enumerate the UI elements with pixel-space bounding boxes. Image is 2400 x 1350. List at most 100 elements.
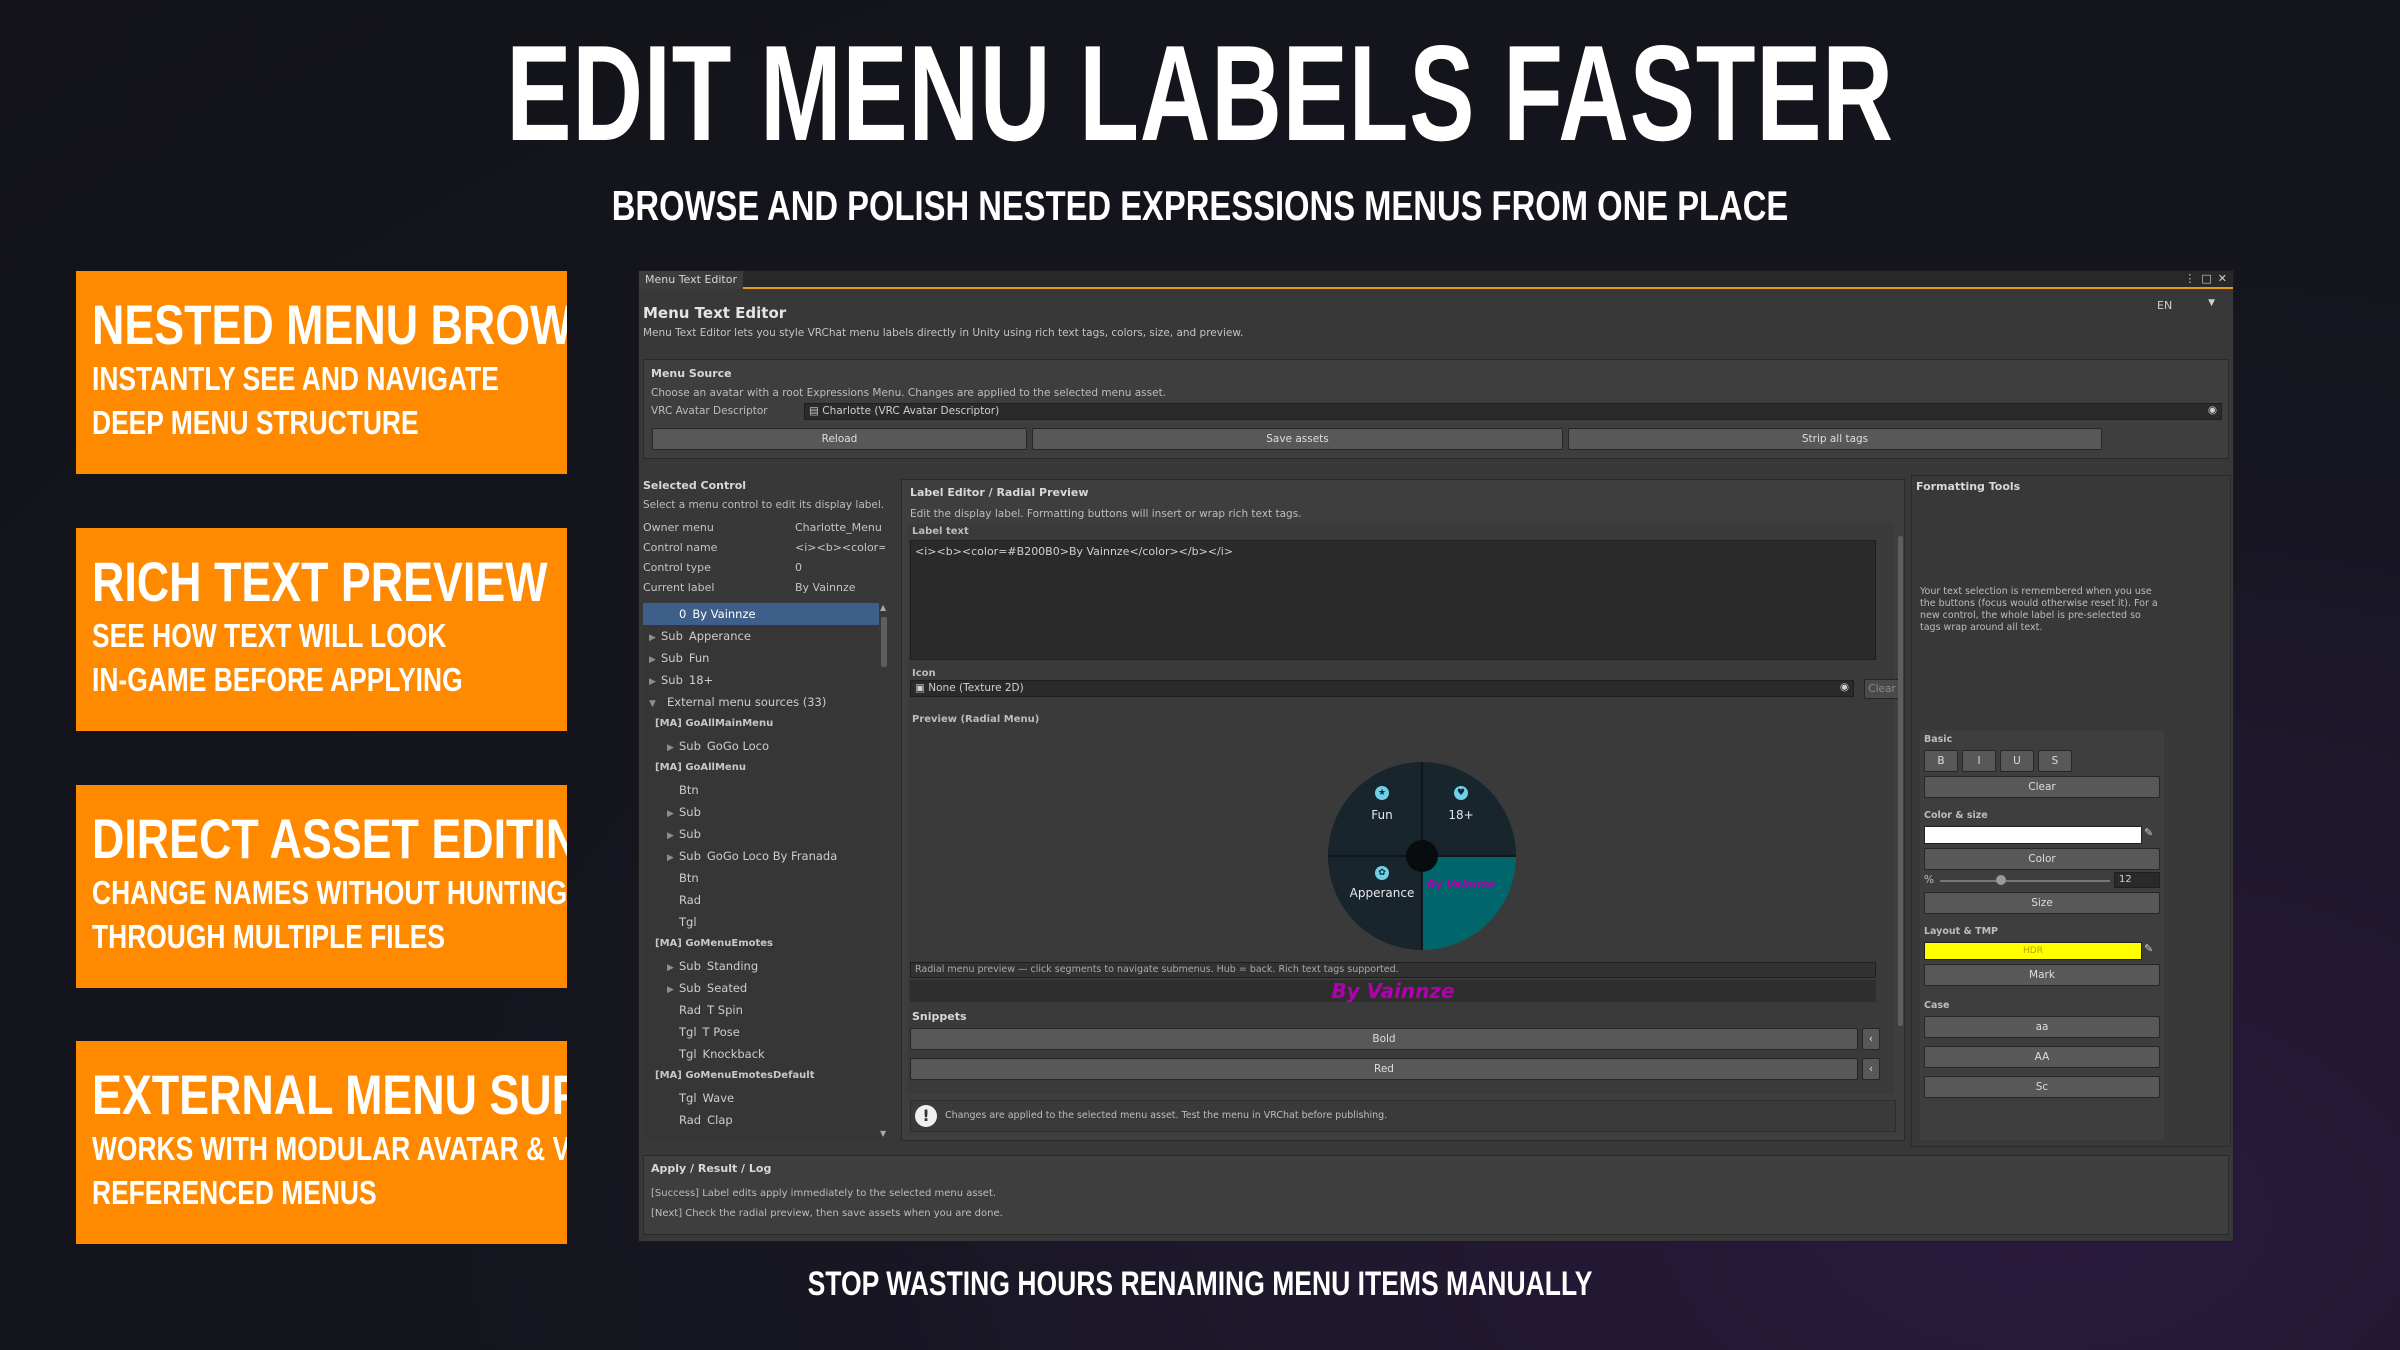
property-key: Owner menu [643, 521, 714, 534]
tree-item[interactable]: Tgl Knockback [643, 1043, 879, 1065]
feature-card-rich-text: RICH TEXT PREVIEW SEE HOW TEXT WILL LOOK… [76, 528, 567, 731]
snippet-menu-arrow-icon[interactable]: ‹ [1862, 1058, 1880, 1080]
kebab-menu-icon[interactable]: ⋮ [2184, 272, 2195, 285]
snippet-button[interactable]: Bold [910, 1028, 1858, 1050]
feature-card-external-menu: EXTERNAL MENU SUPPORT WORKS WITH MODULAR… [76, 1041, 567, 1244]
tree-item-type: Sub [679, 739, 701, 753]
tree-source-header[interactable]: [MA] GoAllMainMenu [643, 713, 879, 735]
scroll-up-icon[interactable]: ▲ [880, 603, 886, 612]
eyedropper-icon[interactable]: ✎ [2144, 942, 2153, 955]
scroll-down-icon[interactable]: ▼ [880, 1129, 886, 1138]
segment-apperance[interactable]: Apperance [1342, 886, 1422, 900]
italic-button[interactable]: I [1962, 750, 1996, 772]
collapsed-arrow-icon[interactable]: ▶ [667, 737, 679, 759]
size-slider-thumb[interactable] [1996, 875, 2006, 885]
tree-item[interactable]: ▶ Sub Seated [643, 977, 879, 999]
tree-item[interactable]: Tgl [643, 911, 879, 933]
selected-control-help: Select a menu control to edit its displa… [643, 499, 885, 511]
tree-source-header[interactable]: [MA] GoMenuEmotesDefault [643, 1065, 879, 1087]
tree-item[interactable]: ▶ Sub 18+ [643, 669, 879, 691]
tree-item-type: Sub [661, 629, 683, 643]
feature-line: CHANGE NAMES WITHOUT HUNTING [92, 874, 567, 911]
hero-title: EDIT MENU LABELS FASTER [506, 17, 1894, 169]
tree-item[interactable]: ▶ Sub GoGo Loco By Franada [643, 845, 879, 867]
avatar-descriptor-field[interactable]: ▤ Charlotte (VRC Avatar Descriptor) ◉ [804, 403, 2222, 420]
tree-group[interactable]: ▼ External menu sources (33) [643, 691, 879, 713]
collapsed-arrow-icon[interactable]: ▶ [667, 825, 679, 847]
uppercase-button[interactable]: AA [1924, 1046, 2160, 1068]
strip-all-tags-button[interactable]: Strip all tags [1568, 428, 2102, 450]
segment-fun[interactable]: Fun [1342, 808, 1422, 822]
warning-box: ! Changes are applied to the selected men… [910, 1100, 1896, 1132]
tree-item[interactable]: Tgl Wave [643, 1087, 879, 1109]
collapsed-arrow-icon[interactable]: ▶ [667, 803, 679, 825]
strikethrough-button[interactable]: S [2038, 750, 2072, 772]
eyedropper-icon[interactable]: ✎ [2144, 826, 2153, 839]
collapsed-arrow-icon[interactable]: ▶ [649, 649, 661, 671]
tree-scrollbar[interactable] [881, 617, 887, 667]
collapsed-arrow-icon[interactable]: ▶ [649, 627, 661, 649]
collapsed-arrow-icon[interactable]: ▶ [667, 847, 679, 869]
editor-scrollbar[interactable] [1898, 536, 1903, 1026]
tree-item[interactable]: Rad Clap [643, 1109, 879, 1131]
collapsed-arrow-icon[interactable]: ▶ [667, 979, 679, 1001]
tree-item[interactable]: Tgl T Pose [643, 1021, 879, 1043]
tree-item-label: Wave [702, 1091, 735, 1105]
tree-item-label: [MA] GoAllMenu [655, 762, 746, 773]
save-assets-button[interactable]: Save assets [1032, 428, 1563, 450]
color-button[interactable]: Color [1924, 848, 2160, 870]
size-button[interactable]: Size [1924, 892, 2160, 914]
window-tab[interactable]: Menu Text Editor [639, 271, 743, 289]
lowercase-button[interactable]: aa [1924, 1016, 2160, 1038]
snippet-button[interactable]: Red [910, 1058, 1858, 1080]
menu-tree[interactable]: 0 By Vainnze ▶ Sub Apperance ▶ Sub Fun ▶ Sub 18+ ▼ E… [643, 603, 879, 1139]
maximize-icon[interactable]: □ [2201, 272, 2211, 285]
tree-source-header[interactable]: [MA] GoAllMenu [643, 757, 879, 779]
label-editor-scroll-area: Label text <i><b><color=#B200B0>By Vainn… [908, 524, 1894, 1094]
dropdown-arrow-icon: ▼ [2208, 298, 2215, 308]
tree-item[interactable]: Rad [643, 889, 879, 911]
icon-field[interactable]: ▣ None (Texture 2D) ◉ [910, 680, 1854, 697]
tree-item[interactable]: Rad T Spin [643, 999, 879, 1021]
size-input[interactable]: 12 [2114, 872, 2160, 888]
segment-selected[interactable]: By Vainnze [1421, 878, 1501, 891]
tree-item[interactable]: 0 By Vainnze [643, 603, 879, 625]
feature-line: DEEP MENU STRUCTURE [92, 404, 419, 441]
radial-menu-preview[interactable] [1328, 762, 1516, 950]
tree-item[interactable]: ▶ Sub GoGo Loco [643, 735, 879, 757]
tree-item[interactable]: Btn [643, 867, 879, 889]
tree-item[interactable]: ▶ Sub Apperance [643, 625, 879, 647]
snippet-menu-arrow-icon[interactable]: ‹ [1862, 1028, 1880, 1050]
radial-hub-back[interactable] [1406, 840, 1438, 872]
language-dropdown[interactable]: EN ▼ [2151, 297, 2221, 315]
tree-item[interactable]: ▶ Sub Fun [643, 647, 879, 669]
reload-button[interactable]: Reload [652, 428, 1027, 450]
icon-clear-button[interactable]: Clear [1864, 679, 1900, 699]
tree-source-header[interactable]: [MA] GoMenuEmotes [643, 933, 879, 955]
formatting-tools-panel: Formatting Tools Your text selection is … [1911, 475, 2231, 1147]
avatar-descriptor-value: Charlotte (VRC Avatar Descriptor) [822, 405, 1000, 417]
collapsed-arrow-icon[interactable]: ▶ [667, 957, 679, 979]
tree-item[interactable]: Btn [643, 779, 879, 801]
bold-button[interactable]: B [1924, 750, 1958, 772]
tree-item[interactable]: ▶ Sub [643, 801, 879, 823]
object-picker-icon[interactable]: ◉ [2208, 404, 2217, 416]
segment-18plus[interactable]: 18+ [1421, 808, 1501, 822]
object-picker-icon[interactable]: ◉ [1840, 681, 1849, 693]
clear-format-button[interactable]: Clear [1924, 776, 2160, 798]
expanded-arrow-icon[interactable]: ▼ [649, 693, 661, 715]
size-slider-track[interactable] [1940, 880, 2110, 882]
mark-button[interactable]: Mark [1924, 964, 2160, 986]
tree-item[interactable]: ▶ Sub [643, 823, 879, 845]
snippets-caption: Snippets [912, 1010, 967, 1023]
color-swatch[interactable] [1924, 826, 2142, 844]
smallcaps-button[interactable]: Sc [1924, 1076, 2160, 1098]
collapsed-arrow-icon[interactable]: ▶ [649, 671, 661, 693]
hdr-color-swatch[interactable]: HDR [1924, 942, 2142, 960]
close-icon[interactable]: ✕ [2218, 272, 2227, 285]
underline-button[interactable]: U [2000, 750, 2034, 772]
tree-item[interactable]: ▶ Sub Standing [643, 955, 879, 977]
label-text-area[interactable]: <i><b><color=#B200B0>By Vainnze</color><… [910, 540, 1876, 660]
feature-title: DIRECT ASSET EDITING [92, 807, 567, 870]
log-heading: Apply / Result / Log [651, 1162, 772, 1175]
